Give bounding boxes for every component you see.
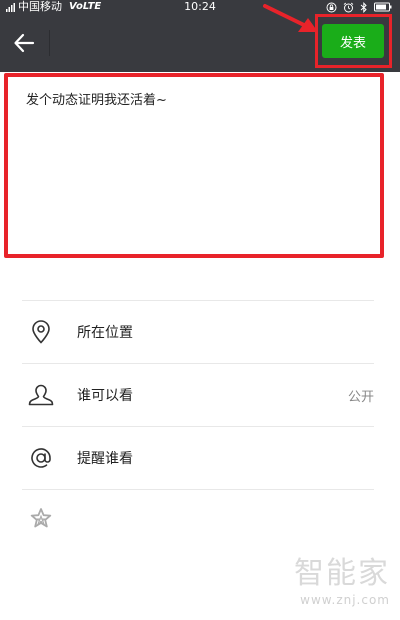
option-mention[interactable]: 提醒谁看 [22, 427, 374, 489]
option-visibility[interactable]: 谁可以看 公开 [22, 364, 374, 426]
option-star[interactable] [22, 490, 374, 552]
lock-rotation-icon [326, 2, 337, 12]
bluetooth-icon [360, 1, 367, 13]
watermark-url: www.znj.com [300, 593, 390, 607]
options-list: 所在位置 谁可以看 公开 提醒谁看 [22, 300, 374, 552]
back-button[interactable] [8, 28, 40, 58]
bar-divider [49, 30, 50, 56]
visibility-value: 公开 [347, 390, 374, 405]
option-location[interactable]: 所在位置 [22, 301, 374, 363]
star-icon [30, 508, 52, 528]
person-icon [28, 381, 54, 409]
option-label: 谁可以看 [77, 388, 133, 404]
option-label: 提醒谁看 [77, 451, 133, 467]
at-sign-icon [28, 444, 54, 472]
post-text: 发个动态证明我还活着~ [26, 93, 167, 108]
post-text-area[interactable]: 发个动态证明我还活着~ [4, 73, 384, 258]
status-bar: 中国移动 VoLTE 10:24 [0, 0, 400, 14]
publish-button[interactable]: 发表 [322, 24, 384, 58]
battery-icon [374, 2, 392, 12]
alarm-icon [343, 2, 354, 12]
annotation-arrow-icon [263, 4, 318, 32]
status-right [326, 1, 392, 13]
watermark-logo: 智能家 [294, 556, 390, 591]
location-pin-icon [28, 318, 54, 346]
option-label: 所在位置 [77, 325, 133, 341]
top-bar: 发表 [0, 14, 400, 72]
watermark: 智能家 www.znj.com [270, 556, 390, 608]
arrow-left-icon [14, 33, 35, 53]
